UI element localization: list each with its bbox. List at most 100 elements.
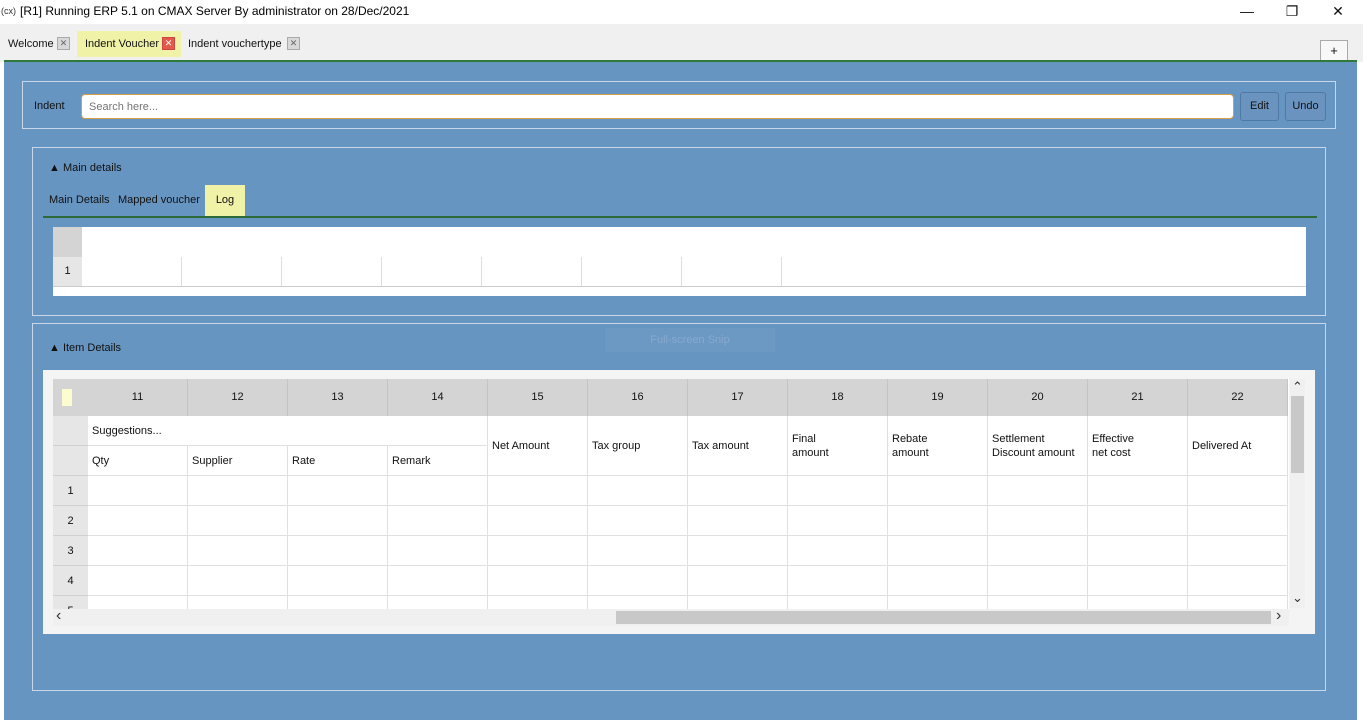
log-cell[interactable] (781, 257, 1306, 286)
table-cell[interactable] (88, 566, 188, 596)
column-header[interactable]: Net Amount (488, 416, 588, 476)
column-number-header[interactable]: 18 (788, 379, 888, 416)
select-all-box[interactable] (62, 389, 72, 406)
column-number-header[interactable]: 22 (1188, 379, 1288, 416)
new-tab-button[interactable]: + (1320, 40, 1348, 61)
table-cell[interactable] (588, 596, 688, 610)
close-icon[interactable]: ✕ (162, 37, 175, 50)
subtab-mapped-voucher[interactable]: Mapped voucher (113, 185, 205, 216)
table-cell[interactable] (488, 596, 588, 610)
table-cell[interactable] (1088, 566, 1188, 596)
table-cell[interactable] (88, 476, 188, 506)
table-cell[interactable] (388, 596, 488, 610)
table-cell[interactable] (488, 536, 588, 566)
column-number-header[interactable]: 17 (688, 379, 788, 416)
table-cell[interactable] (88, 596, 188, 610)
scroll-right-icon[interactable]: › (1276, 607, 1281, 625)
scroll-left-icon[interactable]: ‹ (56, 607, 61, 625)
table-cell[interactable] (488, 476, 588, 506)
column-header[interactable]: Rate (288, 446, 388, 476)
table-cell[interactable] (388, 566, 488, 596)
table-cell[interactable] (1188, 506, 1288, 536)
table-cell[interactable] (888, 536, 988, 566)
table-cell[interactable] (788, 536, 888, 566)
column-number-header[interactable]: 19 (888, 379, 988, 416)
table-cell[interactable] (388, 506, 488, 536)
vertical-scrollbar[interactable] (1290, 379, 1305, 608)
column-number-header[interactable]: 12 (188, 379, 288, 416)
table-cell[interactable] (888, 566, 988, 596)
subtab-log[interactable]: Log (205, 185, 245, 216)
log-cell[interactable] (681, 257, 781, 286)
suggestions-group-header[interactable]: Suggestions... (88, 416, 488, 446)
table-cell[interactable] (288, 476, 388, 506)
table-cell[interactable] (1188, 476, 1288, 506)
main-details-toggle[interactable]: ▲ Main details (49, 162, 122, 174)
horizontal-scrollbar[interactable] (53, 609, 1289, 626)
table-cell[interactable] (588, 536, 688, 566)
column-number-header[interactable]: 11 (88, 379, 188, 416)
table-cell[interactable] (88, 536, 188, 566)
table-cell[interactable] (288, 536, 388, 566)
column-header[interactable]: Tax amount (688, 416, 788, 476)
column-header[interactable]: Rebate amount (888, 416, 988, 476)
column-number-header[interactable]: 20 (988, 379, 1088, 416)
table-cell[interactable] (1188, 596, 1288, 610)
log-cell[interactable] (381, 257, 481, 286)
log-cell[interactable] (481, 257, 581, 286)
table-cell[interactable] (288, 596, 388, 610)
table-cell[interactable] (888, 476, 988, 506)
column-header[interactable]: Final amount (788, 416, 888, 476)
column-number-header[interactable]: 21 (1088, 379, 1188, 416)
table-cell[interactable] (988, 476, 1088, 506)
log-cell[interactable] (281, 257, 381, 286)
column-header[interactable]: Remark (388, 446, 488, 476)
table-cell[interactable] (388, 536, 488, 566)
log-cell[interactable] (181, 257, 281, 286)
table-cell[interactable] (588, 566, 688, 596)
item-details-toggle[interactable]: ▲ Item Details (49, 342, 121, 354)
table-cell[interactable] (588, 476, 688, 506)
column-number-header[interactable]: 15 (488, 379, 588, 416)
column-header[interactable]: Qty (88, 446, 188, 476)
table-cell[interactable] (1088, 476, 1188, 506)
search-input[interactable] (81, 94, 1234, 119)
table-cell[interactable] (488, 506, 588, 536)
table-cell[interactable] (788, 566, 888, 596)
table-cell[interactable] (288, 566, 388, 596)
table-cell[interactable] (888, 506, 988, 536)
column-header[interactable]: Effective net cost (1088, 416, 1188, 476)
edit-button[interactable]: Edit (1240, 92, 1279, 121)
table-cell[interactable] (1188, 536, 1288, 566)
undo-button[interactable]: Undo (1285, 92, 1326, 121)
table-cell[interactable] (188, 506, 288, 536)
table-cell[interactable] (1088, 596, 1188, 610)
table-cell[interactable] (1088, 506, 1188, 536)
horizontal-scroll-thumb[interactable] (616, 611, 1271, 624)
table-cell[interactable] (188, 596, 288, 610)
table-cell[interactable] (1188, 566, 1288, 596)
table-cell[interactable] (688, 476, 788, 506)
table-cell[interactable] (888, 596, 988, 610)
subtab-main-details[interactable]: Main Details (44, 185, 115, 216)
table-cell[interactable] (788, 476, 888, 506)
table-cell[interactable] (988, 536, 1088, 566)
column-header[interactable]: Tax group (588, 416, 688, 476)
table-cell[interactable] (388, 476, 488, 506)
table-cell[interactable] (988, 566, 1088, 596)
column-header[interactable]: Settlement Discount amount (988, 416, 1088, 476)
vertical-scroll-thumb[interactable] (1291, 396, 1304, 473)
table-cell[interactable] (488, 566, 588, 596)
table-cell[interactable] (988, 506, 1088, 536)
column-number-header[interactable]: 16 (588, 379, 688, 416)
table-cell[interactable] (688, 506, 788, 536)
table-cell[interactable] (188, 536, 288, 566)
column-number-header[interactable]: 14 (388, 379, 488, 416)
table-cell[interactable] (988, 596, 1088, 610)
scroll-down-icon[interactable]: ⌄ (1292, 590, 1303, 606)
table-cell[interactable] (788, 506, 888, 536)
column-header[interactable]: Supplier (188, 446, 288, 476)
close-icon[interactable]: ✕ (287, 37, 300, 50)
table-cell[interactable] (588, 506, 688, 536)
scroll-up-icon[interactable]: ⌃ (1292, 379, 1303, 395)
